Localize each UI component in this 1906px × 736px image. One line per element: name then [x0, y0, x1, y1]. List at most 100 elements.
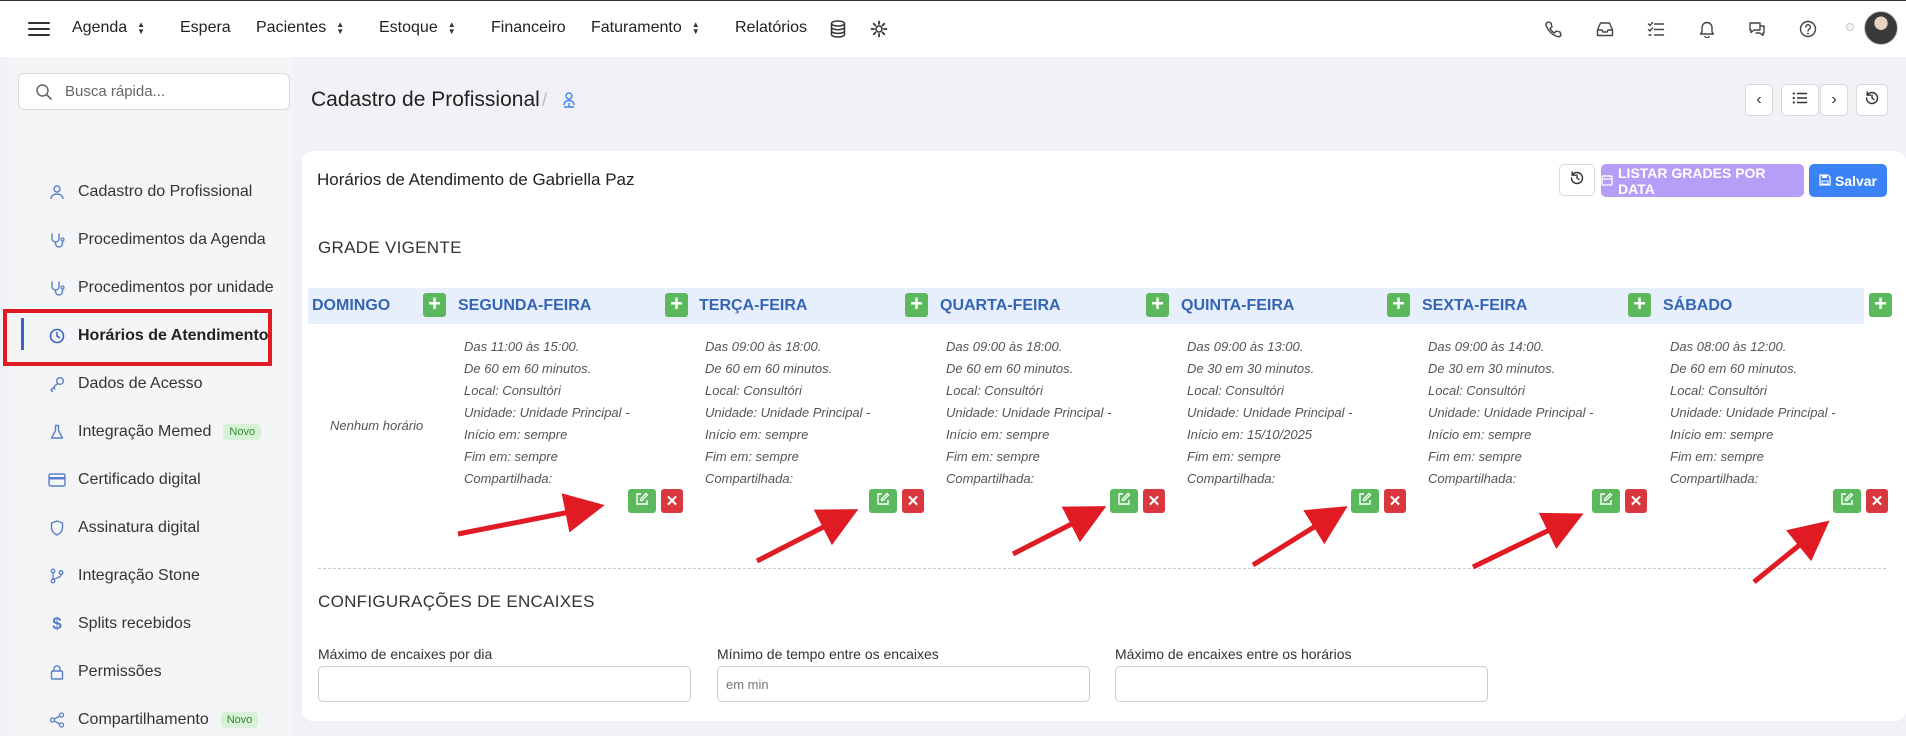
delete-schedule-button[interactable]: ✕ — [1866, 489, 1888, 513]
day-label: QUINTA-FEIRA — [1181, 297, 1295, 314]
avatar[interactable] — [1864, 11, 1898, 45]
sidebar-item-label: Permissões — [78, 663, 162, 680]
add-schedule-button[interactable]: + — [1869, 293, 1892, 317]
schedule-block: Das 09:00 às 18:00. De 60 em 60 minutos.… — [705, 336, 870, 490]
history-button[interactable] — [1856, 84, 1888, 116]
schedule-line: De 30 em 30 minutos. — [1428, 361, 1556, 376]
sidebar-item-label: Procedimentos por unidade — [78, 279, 274, 296]
edit-schedule-button[interactable] — [1592, 489, 1620, 513]
new-badge: Novo — [220, 712, 259, 728]
schedule-line: Fim em: sempre — [464, 449, 558, 464]
save-button[interactable]: Salvar — [1809, 164, 1887, 197]
schedule-line: Compartilhada: — [946, 471, 1035, 486]
sidebar-item-label: Dados de Acesso — [78, 375, 203, 392]
help-icon[interactable] — [1797, 18, 1819, 40]
schedule-line: Unidade: Unidade Principal - — [1670, 405, 1836, 420]
add-schedule-button[interactable]: + — [423, 293, 446, 317]
chat-icon[interactable] — [1746, 18, 1768, 40]
sidebar-item-procedimentos-unidade[interactable]: Procedimentos por unidade — [48, 274, 274, 302]
top-navbar: Agenda ▲ ▼ Espera Pacientes ▲ ▼ Estoque ▲ ▼… — [0, 0, 1906, 57]
sidebar-item-cadastro-profissional[interactable]: Cadastro do Profissional — [48, 178, 252, 206]
save-icon — [1819, 173, 1831, 189]
close-icon: ✕ — [1388, 493, 1402, 510]
sidebar-item-integracao-stone[interactable]: Integração Stone — [48, 562, 200, 590]
add-schedule-button[interactable]: + — [905, 293, 928, 317]
calendar-icon — [1601, 173, 1613, 189]
checklist-icon[interactable] — [1645, 18, 1667, 40]
flask-icon — [48, 423, 66, 441]
menu-icon[interactable] — [28, 18, 50, 40]
nav-faturamento[interactable]: Faturamento ▲ ▼ — [591, 19, 700, 37]
sidebar-item-permissoes[interactable]: Permissões — [48, 658, 162, 686]
max-encaixes-horarios-input[interactable] — [1115, 666, 1488, 702]
add-schedule-button[interactable]: + — [1387, 293, 1410, 317]
git-branch-icon — [48, 567, 66, 585]
delete-schedule-button[interactable]: ✕ — [661, 489, 683, 513]
sidebar-item-assinatura[interactable]: Assinatura digital — [48, 514, 200, 542]
listar-grades-button[interactable]: LISTAR GRADES POR DATA — [1601, 164, 1804, 197]
sidebar-item-label: Assinatura digital — [78, 519, 200, 536]
close-icon: ✕ — [1870, 493, 1884, 510]
sidebar-item-procedimentos-agenda[interactable]: Procedimentos da Agenda — [48, 226, 266, 254]
sidebar-item-dados-acesso[interactable]: Dados de Acesso — [48, 370, 203, 398]
database-icon[interactable] — [827, 18, 849, 40]
day-label: SEGUNDA-FEIRA — [458, 297, 592, 314]
nav-pacientes[interactable]: Pacientes ▲ ▼ — [256, 19, 344, 37]
edit-schedule-button[interactable] — [1110, 489, 1138, 513]
schedule-line: Das 09:00 às 14:00. — [1428, 339, 1545, 354]
sidebar-item-integracao-memed[interactable]: Integração Memed Novo — [48, 418, 262, 446]
day-label: TERÇA-FEIRA — [699, 297, 808, 314]
gear-icon[interactable] — [868, 18, 890, 40]
add-schedule-button[interactable]: + — [1628, 293, 1651, 317]
edit-icon — [1117, 492, 1131, 510]
history-button[interactable] — [1559, 164, 1595, 196]
prev-button[interactable]: ‹ — [1745, 84, 1773, 116]
delete-schedule-button[interactable]: ✕ — [902, 489, 924, 513]
edit-schedule-button[interactable] — [1351, 489, 1379, 513]
nav-agenda[interactable]: Agenda ▲ ▼ — [72, 19, 145, 37]
max-encaixes-dia-input[interactable] — [318, 666, 691, 702]
list-button[interactable] — [1781, 84, 1819, 116]
sidebar-item-certificado[interactable]: Certificado digital — [48, 466, 201, 494]
schedule-line: Fim em: sempre — [705, 449, 799, 464]
bell-icon[interactable] — [1696, 18, 1718, 40]
delete-schedule-button[interactable]: ✕ — [1625, 489, 1647, 513]
nav-estoque[interactable]: Estoque ▲ ▼ — [379, 19, 456, 37]
schedule-line: Fim em: sempre — [946, 449, 1040, 464]
phone-icon[interactable] — [1542, 18, 1564, 40]
edit-icon — [635, 492, 649, 510]
next-button[interactable]: › — [1820, 84, 1848, 116]
nav-espera[interactable]: Espera — [180, 19, 231, 37]
shield-icon — [48, 519, 66, 537]
delete-schedule-button[interactable]: ✕ — [1143, 489, 1165, 513]
delete-schedule-button[interactable]: ✕ — [1384, 489, 1406, 513]
schedule-line: De 60 em 60 minutos. — [464, 361, 592, 376]
sidebar-item-label: Integração Memed — [78, 423, 212, 440]
chevron-updown-icon: ▲ ▼ — [691, 20, 700, 36]
sidebar-item-label: Compartilhamento — [78, 711, 209, 728]
edit-schedule-button[interactable] — [869, 489, 897, 513]
add-schedule-button[interactable]: + — [1146, 293, 1169, 317]
history-icon — [1569, 170, 1585, 190]
edit-schedule-button[interactable] — [628, 489, 656, 513]
schedule-line: Compartilhada: — [1428, 471, 1517, 486]
edit-schedule-button[interactable] — [1833, 489, 1861, 513]
schedule-line: Das 09:00 às 18:00. — [705, 339, 822, 354]
nav-relatorios[interactable]: Relatórios — [735, 19, 807, 37]
close-icon: ✕ — [906, 493, 920, 510]
list-icon — [1792, 91, 1808, 110]
add-schedule-button[interactable]: + — [665, 293, 688, 317]
min-tempo-encaixes-input[interactable] — [717, 666, 1090, 702]
new-badge: Novo — [223, 424, 262, 440]
chevron-updown-icon: ▲ ▼ — [336, 20, 345, 36]
lock-icon — [48, 663, 66, 681]
sidebar-item-splits[interactable]: $ Splits recebidos — [48, 610, 191, 638]
schedule-line: Compartilhada: — [705, 471, 794, 486]
schedule-block: Das 11:00 às 15:00. De 60 em 60 minutos.… — [464, 336, 629, 490]
sidebar-item-compartilhamento[interactable]: Compartilhamento Novo — [48, 706, 259, 734]
quick-search[interactable]: Busca rápida... — [18, 73, 290, 110]
page-title: Cadastro de Profissional — [311, 88, 540, 111]
nav-financeiro[interactable]: Financeiro — [491, 19, 566, 37]
stethoscope-icon — [48, 279, 66, 297]
inbox-icon[interactable] — [1594, 18, 1616, 40]
